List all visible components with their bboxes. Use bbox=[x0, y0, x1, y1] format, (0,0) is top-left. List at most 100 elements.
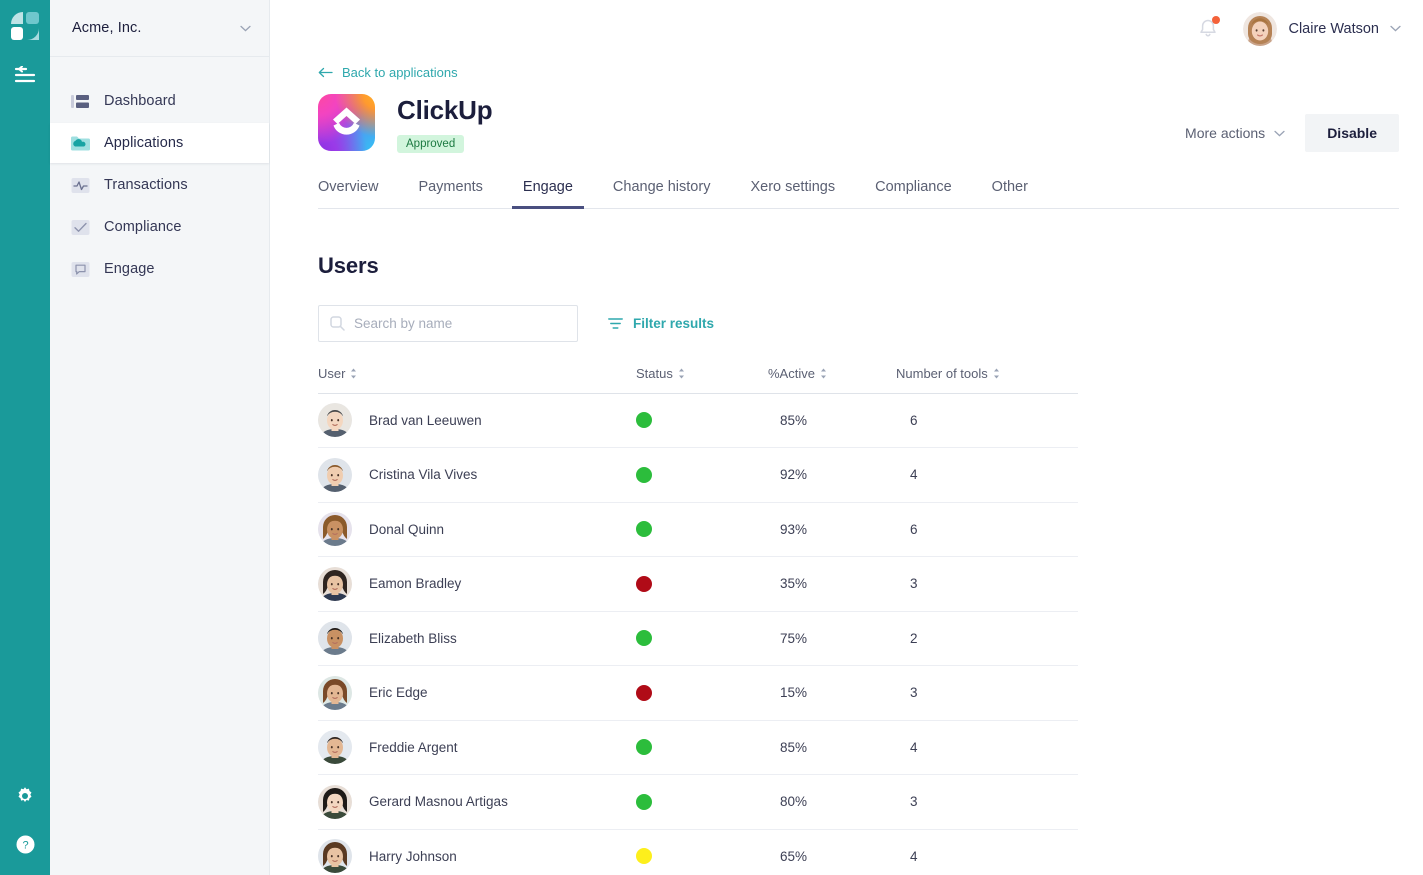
column-header-status[interactable]: Status bbox=[618, 366, 748, 393]
compliance-icon bbox=[70, 217, 90, 237]
cell-user: Eric Edge bbox=[318, 675, 618, 710]
table-row[interactable]: Elizabeth Bliss 75% 2 bbox=[318, 612, 1078, 667]
sidebar-item-applications[interactable]: Applications bbox=[50, 123, 269, 163]
collapse-sidebar-icon[interactable] bbox=[12, 64, 38, 86]
cell-status bbox=[618, 848, 748, 865]
avatar bbox=[318, 621, 352, 656]
sidebar-item-label: Transactions bbox=[104, 177, 188, 193]
cell-number-of-tools: 6 bbox=[910, 412, 918, 428]
user-menu[interactable]: Claire Watson bbox=[1243, 11, 1401, 46]
tab-payments[interactable]: Payments bbox=[407, 179, 493, 208]
cell-status bbox=[618, 412, 748, 429]
cell-status bbox=[618, 630, 748, 647]
sort-arrows-icon bbox=[350, 368, 357, 379]
user-name-cell: Harry Johnson bbox=[369, 848, 457, 864]
engage-icon bbox=[70, 259, 90, 279]
help-circle-icon[interactable]: ? bbox=[12, 831, 38, 857]
avatar bbox=[318, 457, 352, 492]
table-row[interactable]: Eamon Bradley 35% 3 bbox=[318, 557, 1078, 612]
column-header-active[interactable]: %Active bbox=[748, 366, 858, 393]
tab-change-history[interactable]: Change history bbox=[602, 179, 722, 208]
search-icon bbox=[330, 315, 345, 331]
avatar bbox=[1243, 11, 1278, 46]
gear-icon[interactable] bbox=[12, 783, 38, 809]
avatar bbox=[318, 675, 352, 710]
app-logo-quadrants-icon[interactable] bbox=[9, 10, 41, 42]
column-label: %Active bbox=[768, 365, 815, 381]
cell-status bbox=[618, 793, 748, 810]
column-header-tools[interactable]: Number of tools bbox=[858, 366, 1018, 393]
sidebar-item-dashboard[interactable]: Dashboard bbox=[50, 81, 269, 121]
org-selector[interactable]: Acme, Inc. bbox=[50, 0, 269, 57]
table-toolbar: Filter results bbox=[318, 304, 1399, 342]
table-row[interactable]: Gerard Masnou Artigas 80% 3 bbox=[318, 775, 1078, 830]
avatar bbox=[318, 839, 352, 874]
cell-number-of-tools: 2 bbox=[910, 630, 918, 646]
tab-bar: Overview Payments Engage Change history … bbox=[318, 179, 1399, 209]
tab-xero-settings[interactable]: Xero settings bbox=[739, 179, 846, 208]
avatar bbox=[318, 730, 352, 765]
column-header-user[interactable]: User bbox=[318, 366, 618, 393]
chevron-down-icon bbox=[1390, 25, 1401, 32]
back-link-label: Back to applications bbox=[342, 65, 458, 80]
cell-user: Eamon Bradley bbox=[318, 566, 618, 601]
section-title: Users bbox=[318, 252, 379, 278]
tab-other[interactable]: Other bbox=[981, 179, 1039, 208]
status-dot-green bbox=[636, 521, 652, 538]
applications-icon bbox=[70, 133, 90, 153]
table-row[interactable]: Freddie Argent 85% 4 bbox=[318, 721, 1078, 776]
filter-results-button[interactable]: Filter results bbox=[608, 316, 714, 331]
notification-bell-icon[interactable] bbox=[1197, 15, 1221, 41]
cell-active-percent: 80% bbox=[780, 794, 808, 810]
table-row[interactable]: Eric Edge 15% 3 bbox=[318, 666, 1078, 721]
page-content: Back to applications ClickUp Approved Mo… bbox=[270, 57, 1423, 875]
org-name: Acme, Inc. bbox=[72, 20, 142, 36]
back-to-applications-link[interactable]: Back to applications bbox=[318, 65, 458, 80]
sidebar-item-label: Applications bbox=[104, 135, 184, 151]
cell-user: Gerard Masnou Artigas bbox=[318, 784, 618, 819]
cell-status bbox=[618, 466, 748, 483]
tab-compliance[interactable]: Compliance bbox=[864, 179, 963, 208]
table-row[interactable]: Brad van Leeuwen 85% 6 bbox=[318, 394, 1078, 449]
cell-number-of-tools: 6 bbox=[910, 521, 918, 537]
table-header: User Status %Active Number of tools bbox=[318, 366, 1078, 394]
filter-icon bbox=[608, 317, 623, 330]
tab-overview[interactable]: Overview bbox=[307, 179, 389, 208]
clickup-logo-icon bbox=[318, 94, 375, 151]
user-name-cell: Brad van Leeuwen bbox=[369, 412, 482, 428]
cell-active-percent: 85% bbox=[780, 412, 808, 428]
avatar bbox=[318, 566, 352, 601]
status-dot-green bbox=[636, 466, 652, 483]
table-body: Brad van Leeuwen 85% 6 Cristina Vila Viv… bbox=[318, 394, 1078, 875]
status-dot-green bbox=[636, 412, 652, 429]
table-row[interactable]: Cristina Vila Vives 92% 4 bbox=[318, 448, 1078, 503]
search-input[interactable] bbox=[354, 315, 566, 331]
cell-number-of-tools: 3 bbox=[910, 685, 918, 701]
status-dot-green bbox=[636, 739, 652, 756]
avatar bbox=[318, 403, 352, 438]
status-dot-green bbox=[636, 630, 652, 647]
more-actions-button[interactable]: More actions bbox=[1185, 125, 1285, 141]
sidebar-item-label: Dashboard bbox=[104, 93, 176, 109]
sort-arrows-icon bbox=[993, 368, 1000, 379]
sidebar-nav: Dashboard Applications Transactions Comp… bbox=[50, 57, 269, 291]
cell-status bbox=[618, 575, 748, 592]
application-header: ClickUp Approved More actions Disable bbox=[318, 94, 1399, 153]
tab-engage[interactable]: Engage bbox=[511, 179, 584, 209]
cell-user: Freddie Argent bbox=[318, 730, 618, 765]
disable-button[interactable]: Disable bbox=[1305, 114, 1399, 152]
sidebar-item-compliance[interactable]: Compliance bbox=[50, 207, 269, 247]
table-row[interactable]: Donal Quinn 93% 6 bbox=[318, 503, 1078, 558]
application-title-block: ClickUp Approved bbox=[397, 94, 493, 153]
sidebar-item-label: Compliance bbox=[104, 219, 182, 235]
sidebar-item-transactions[interactable]: Transactions bbox=[50, 165, 269, 205]
search-box[interactable] bbox=[318, 304, 578, 342]
cell-number-of-tools: 4 bbox=[910, 467, 918, 483]
sidebar-item-engage[interactable]: Engage bbox=[50, 249, 269, 289]
cell-number-of-tools: 4 bbox=[910, 848, 918, 864]
table-row[interactable]: Harry Johnson 65% 4 bbox=[318, 830, 1078, 875]
cell-user: Elizabeth Bliss bbox=[318, 621, 618, 656]
more-actions-label: More actions bbox=[1185, 125, 1266, 141]
user-name-label: Claire Watson bbox=[1288, 20, 1379, 37]
dashboard-icon bbox=[70, 91, 90, 111]
